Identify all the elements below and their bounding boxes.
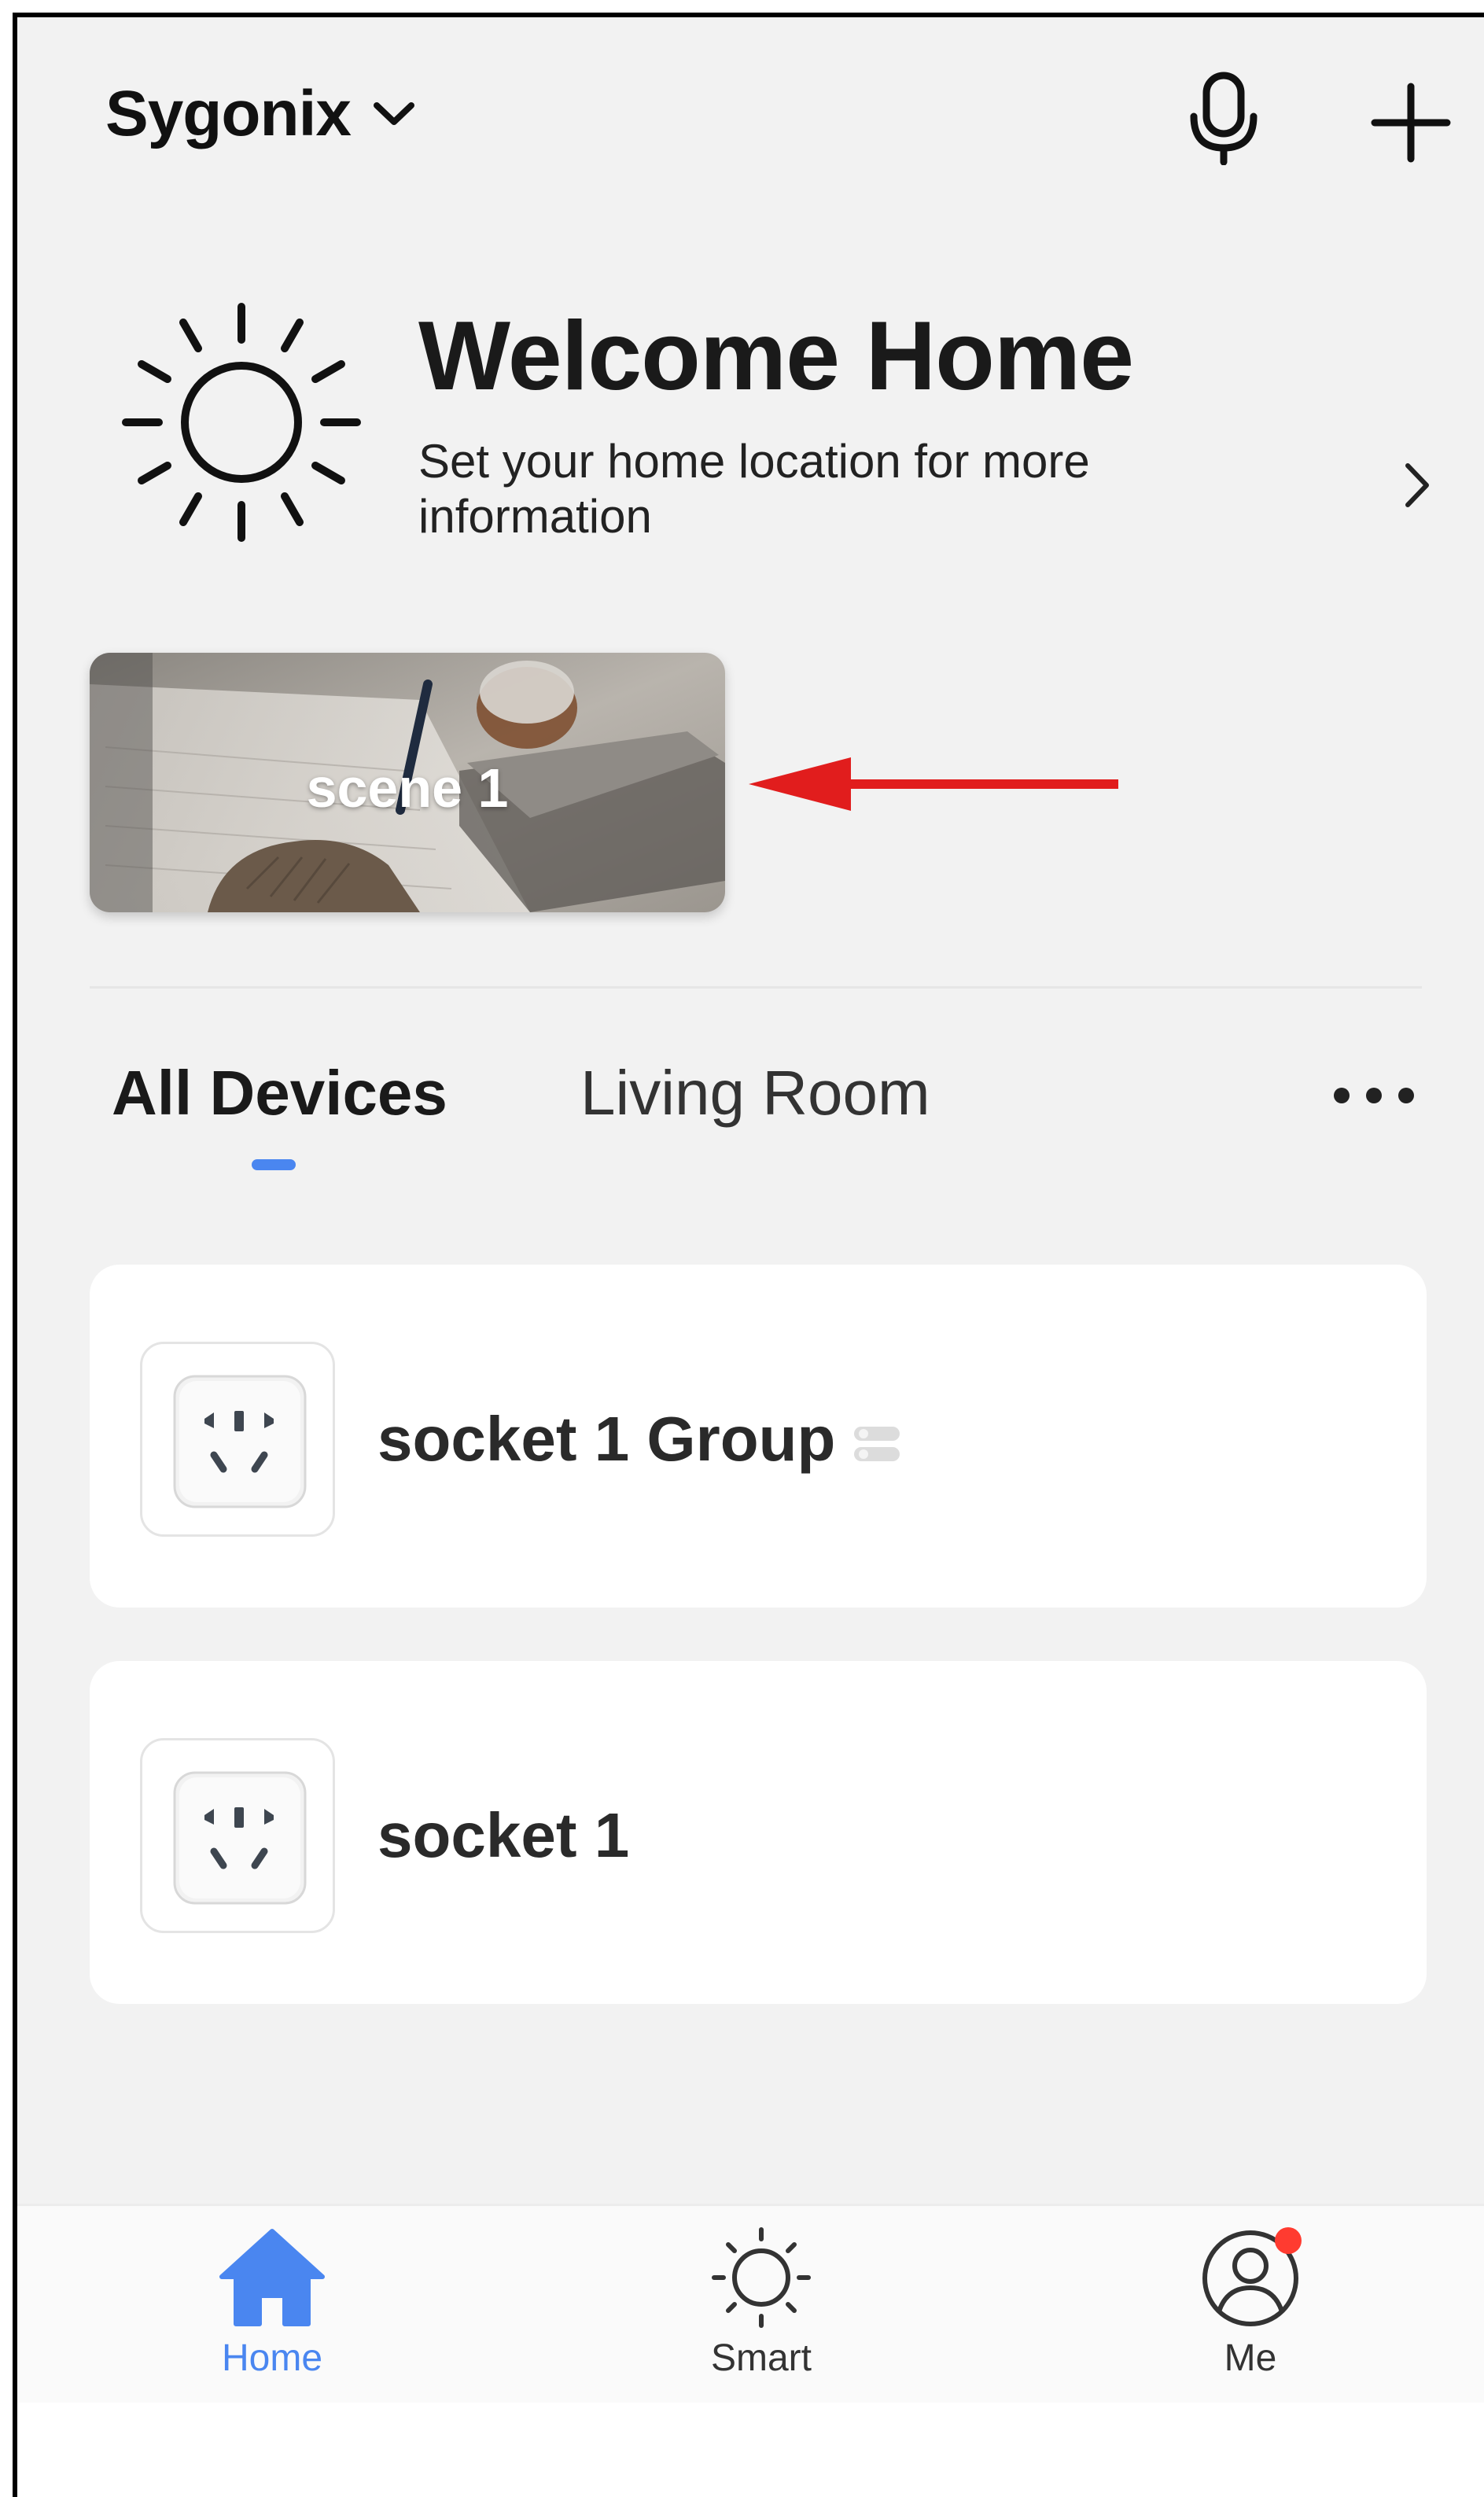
home-name: Sygonix — [105, 78, 352, 149]
scene-card[interactable]: scene 1 — [90, 653, 725, 912]
home-icon — [219, 2229, 325, 2326]
nav-smart[interactable]: Smart — [643, 2206, 879, 2403]
notification-dot — [1275, 2227, 1302, 2254]
device-card[interactable]: socket 1 — [90, 1661, 1427, 2004]
device-icon-frame — [140, 1342, 335, 1537]
nav-home[interactable]: Home — [154, 2206, 390, 2403]
device-icon-frame — [140, 1738, 335, 1933]
sun-icon — [712, 2227, 811, 2328]
active-tab-indicator — [252, 1159, 296, 1170]
tab-all-devices[interactable]: All Devices — [112, 1057, 447, 1129]
tab-living-room[interactable]: Living Room — [580, 1057, 930, 1129]
microphone-icon[interactable] — [1184, 71, 1263, 165]
device-name: socket 1 Group — [377, 1404, 836, 1474]
chevron-right-icon[interactable] — [1401, 458, 1433, 513]
group-icon — [854, 1426, 900, 1461]
device-name-row: socket 1 Group — [377, 1403, 901, 1475]
nav-label-smart: Smart — [710, 2337, 812, 2379]
chevron-down-icon — [373, 102, 414, 125]
welcome-title: Welcome Home — [418, 302, 1134, 411]
device-card[interactable]: socket 1 Group — [90, 1265, 1427, 1608]
section-divider — [90, 986, 1422, 989]
user-icon — [1202, 2227, 1302, 2326]
annotation-arrow — [749, 757, 1118, 811]
scene-label: scene 1 — [306, 757, 509, 819]
home-selector[interactable]: Sygonix — [105, 77, 415, 151]
nav-label-me: Me — [1224, 2337, 1277, 2379]
plus-icon[interactable] — [1370, 82, 1452, 164]
welcome-subtitle[interactable]: Set your home location for more informat… — [418, 434, 1205, 544]
nav-me[interactable]: Me — [1132, 2206, 1368, 2403]
more-options-icon[interactable] — [1331, 1084, 1417, 1107]
bottom-nav: Home Smart Me — [17, 2204, 1484, 2403]
home-screen: Sygonix Welcome Home Set your home locat… — [17, 17, 1484, 2403]
phone-screen: Sygonix Welcome Home Set your home locat… — [13, 13, 1484, 2497]
sun-icon — [122, 303, 361, 542]
nav-label-home: Home — [221, 2337, 323, 2379]
socket-icon — [173, 1375, 307, 1508]
device-name: socket 1 — [377, 1800, 630, 1870]
socket-icon — [173, 1771, 307, 1905]
